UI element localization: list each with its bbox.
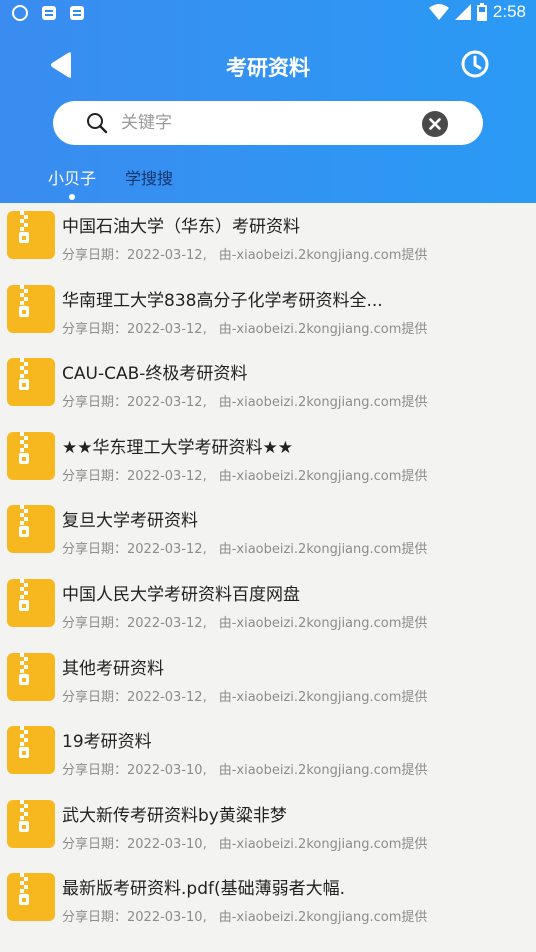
list-item[interactable]: 华南理工大学838高分子化学考研资料全... 分享日期：2022-03-12, 由… — [0, 277, 536, 351]
item-date-prefix: 分享日期： — [62, 468, 128, 484]
zip-file-icon — [7, 578, 55, 627]
list-item[interactable]: ★★华东理工大学考研资料★★ 分享日期：2022-03-12, 由-xiaobei… — [0, 424, 536, 498]
item-meta: 分享日期：2022-03-12, 由-xiaobeizi.2kongjiang.c… — [62, 465, 427, 484]
zip-file-icon — [7, 431, 55, 480]
item-date: 2022-03-12, — [127, 468, 207, 484]
item-meta: 分享日期：2022-03-12, 由-xiaobeizi.2kongjiang.c… — [62, 318, 427, 337]
list-item[interactable]: 复旦大学考研资料 分享日期：2022-03-12, 由-xiaobeizi.2ko… — [0, 497, 536, 571]
item-meta: 分享日期：2022-03-12, 由-xiaobeizi.2kongjiang.c… — [62, 244, 427, 263]
item-date: 2022-03-12, — [127, 248, 207, 263]
item-title: 武大新传考研资料by黄粱非梦 — [62, 805, 287, 826]
signal-icon — [454, 4, 471, 20]
title-bar: 考研资料 — [0, 44, 536, 86]
item-meta: 分享日期：2022-03-10, 由-xiaobeizi.2kongjiang.c… — [62, 906, 427, 925]
list-item[interactable]: 最新版考研资料.pdf(基础薄弱者大幅. 分享日期：2022-03-10, 由-x… — [0, 865, 536, 939]
zip-file-icon — [7, 652, 55, 701]
list-item[interactable]: 其他考研资料 分享日期：2022-03-12, 由-xiaobeizi.2kong… — [0, 645, 536, 719]
battery-icon — [476, 3, 487, 21]
list-item[interactable]: 武大新传考研资料by黄粱非梦 分享日期：2022-03-10, 由-xiaobei… — [0, 792, 536, 866]
item-title: 华南理工大学838高分子化学考研资料全... — [62, 290, 383, 311]
zip-file-icon — [7, 211, 55, 259]
item-title: ★★华东理工大学考研资料★★ — [62, 437, 293, 458]
item-source: 由-xiaobeizi.2kongjiang.com提供 — [218, 910, 428, 926]
item-date-prefix: 分享日期： — [62, 836, 128, 852]
search-input[interactable] — [121, 109, 411, 137]
item-date-prefix: 分享日期： — [62, 615, 128, 631]
list-item[interactable]: 中国人民大学考研资料百度网盘 分享日期：2022-03-12, 由-xiaobei… — [0, 571, 536, 645]
item-source: 由-xiaobeizi.2kongjiang.com提供 — [218, 615, 428, 631]
active-tab-indicator — [69, 194, 75, 200]
notification-icon — [42, 6, 56, 20]
item-date: 2022-03-12, — [127, 395, 207, 411]
status-bar: 2:58 — [0, 0, 536, 28]
zip-file-icon — [7, 284, 55, 333]
tab-bar: 小贝子 学搜搜 — [0, 163, 536, 203]
tab-xuesousou[interactable]: 学搜搜 — [125, 165, 173, 189]
item-date-prefix: 分享日期： — [62, 248, 128, 263]
item-meta: 分享日期：2022-03-12, 由-xiaobeizi.2kongjiang.c… — [62, 538, 427, 557]
list-item[interactable]: 中国石油大学（华东）考研资料 分享日期：2022-03-12, 由-xiaobei… — [0, 203, 536, 277]
item-source: 由-xiaobeizi.2kongjiang.com提供 — [218, 395, 428, 411]
notification-icon — [70, 6, 84, 20]
item-meta: 分享日期：2022-03-12, 由-xiaobeizi.2kongjiang.c… — [62, 391, 427, 410]
zip-file-icon — [7, 799, 55, 848]
list-item[interactable]: 19考研资料 分享日期：2022-03-10, 由-xiaobeizi.2kong… — [0, 718, 536, 792]
item-date-prefix: 分享日期： — [62, 763, 128, 779]
item-source: 由-xiaobeizi.2kongjiang.com提供 — [218, 248, 428, 263]
item-title: 最新版考研资料.pdf(基础薄弱者大幅. — [62, 879, 346, 900]
item-meta: 分享日期：2022-03-10, 由-xiaobeizi.2kongjiang.c… — [62, 833, 427, 852]
item-date: 2022-03-12, — [127, 542, 207, 558]
search-icon — [87, 113, 108, 134]
item-title: 其他考研资料 — [62, 658, 164, 679]
item-title: 中国人民大学考研资料百度网盘 — [62, 584, 300, 605]
item-source: 由-xiaobeizi.2kongjiang.com提供 — [218, 542, 428, 558]
item-date-prefix: 分享日期： — [62, 910, 128, 926]
item-date: 2022-03-10, — [127, 910, 207, 926]
item-source: 由-xiaobeizi.2kongjiang.com提供 — [218, 468, 428, 484]
item-meta: 分享日期：2022-03-12, 由-xiaobeizi.2kongjiang.c… — [62, 612, 427, 631]
item-date-prefix: 分享日期： — [62, 689, 128, 705]
item-date: 2022-03-10, — [127, 836, 207, 852]
item-source: 由-xiaobeizi.2kongjiang.com提供 — [218, 836, 428, 852]
item-date-prefix: 分享日期： — [62, 395, 128, 411]
item-source: 由-xiaobeizi.2kongjiang.com提供 — [218, 763, 428, 779]
item-title: CAU-CAB-终极考研资料 — [62, 364, 248, 385]
item-date: 2022-03-12, — [127, 615, 207, 631]
header: 2:58 考研资料 小贝子 学搜搜 — [0, 0, 536, 203]
zip-file-icon — [7, 505, 55, 554]
wifi-icon — [428, 4, 449, 20]
item-source: 由-xiaobeizi.2kongjiang.com提供 — [218, 689, 428, 705]
item-date-prefix: 分享日期： — [62, 542, 128, 558]
resource-list: 中国石油大学（华东）考研资料 分享日期：2022-03-12, 由-xiaobei… — [0, 203, 536, 952]
item-date-prefix: 分享日期： — [62, 321, 128, 337]
zip-file-icon — [7, 726, 55, 775]
list-item[interactable]: CAU-CAB-终极考研资料 分享日期：2022-03-12, 由-xiaobei… — [0, 350, 536, 424]
item-date: 2022-03-12, — [127, 321, 207, 337]
item-date: 2022-03-12, — [127, 689, 207, 705]
item-meta: 分享日期：2022-03-10, 由-xiaobeizi.2kongjiang.c… — [62, 759, 427, 778]
clear-icon[interactable] — [422, 111, 448, 137]
item-date: 2022-03-10, — [127, 763, 207, 779]
history-clock-icon[interactable] — [459, 48, 491, 80]
sync-icon — [12, 5, 28, 21]
zip-file-icon — [7, 358, 55, 407]
item-source: 由-xiaobeizi.2kongjiang.com提供 — [218, 321, 428, 337]
tab-xiaobeizi[interactable]: 小贝子 — [48, 165, 96, 189]
item-title: 19考研资料 — [62, 732, 152, 753]
status-time: 2:58 — [492, 2, 526, 21]
search-bar[interactable] — [53, 101, 483, 145]
zip-file-icon — [7, 873, 55, 922]
page-title: 考研资料 — [226, 56, 310, 80]
item-meta: 分享日期：2022-03-12, 由-xiaobeizi.2kongjiang.c… — [62, 686, 427, 705]
item-title: 复旦大学考研资料 — [62, 511, 198, 532]
item-title: 中国石油大学（华东）考研资料 — [62, 217, 300, 237]
